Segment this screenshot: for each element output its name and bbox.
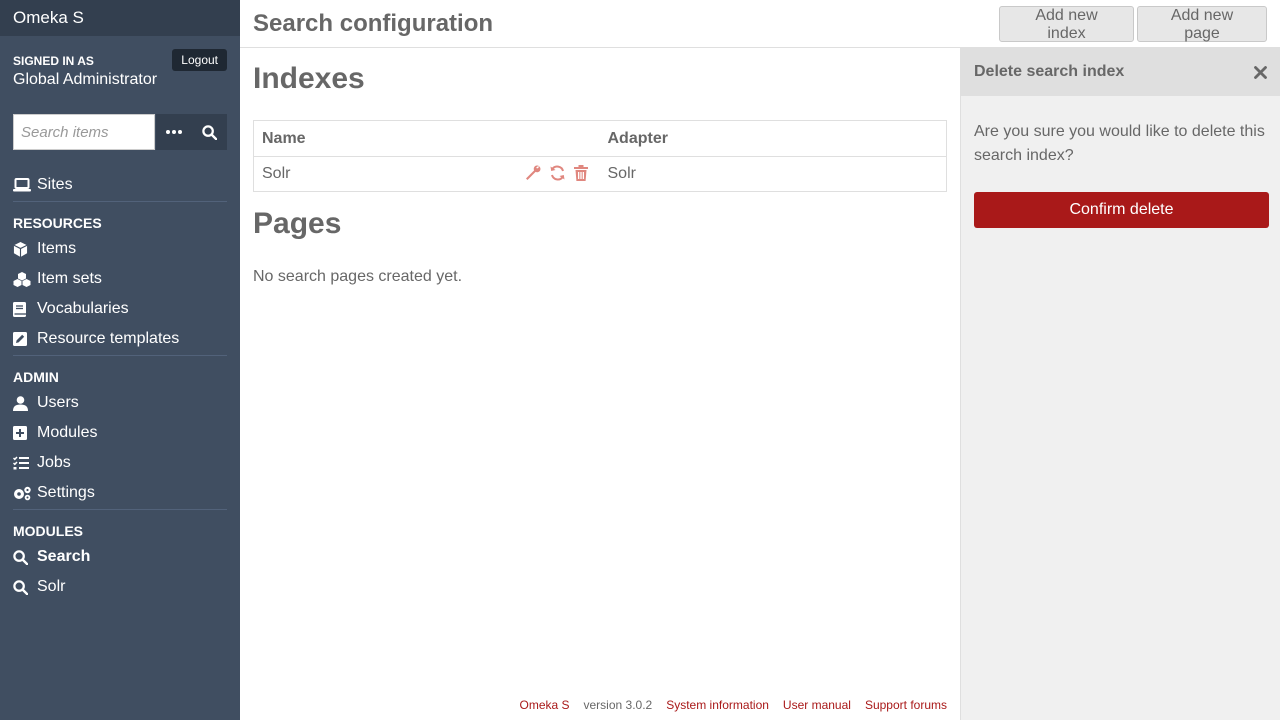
indexes-heading: Indexes	[253, 62, 365, 95]
divider	[13, 509, 227, 510]
footer-system-information-link[interactable]: System information	[666, 698, 769, 712]
table-header-row: Name Adapter	[253, 120, 947, 157]
sidebar-item-jobs[interactable]: Jobs	[13, 448, 227, 478]
index-adapter-cell: Solr	[607, 165, 636, 182]
sidebar-item-sites[interactable]: Sites	[13, 170, 227, 200]
wrench-icon	[525, 165, 540, 180]
sidebar-item-resource-templates[interactable]: Resource templates	[13, 324, 227, 354]
sidebar-item-label: Users	[37, 394, 79, 411]
book-icon	[13, 301, 37, 317]
close-icon	[1254, 65, 1267, 79]
panel-title: Delete search index	[974, 63, 1125, 80]
search-icon	[13, 579, 37, 595]
sync-icon	[550, 165, 564, 181]
logout-button[interactable]: Logout	[172, 49, 227, 71]
delete-index-button[interactable]	[573, 165, 588, 181]
edit-index-button[interactable]	[525, 165, 541, 181]
panel-header: Delete search index	[961, 48, 1280, 96]
sidebar-item-search[interactable]: Search	[13, 542, 227, 572]
sidebar-item-label: Modules	[37, 424, 98, 441]
sidebar-item-label: Search	[37, 548, 91, 565]
sidebar-item-item-sets[interactable]: Item sets	[13, 264, 227, 294]
add-new-index-button[interactable]: Add new index	[999, 6, 1134, 42]
sidebar-item-label: Vocabularies	[37, 300, 129, 317]
footer: Omeka S version 3.0.2 System information…	[240, 698, 947, 712]
sidebar-item-solr[interactable]: Solr	[13, 572, 227, 602]
footer-omeka-link[interactable]: Omeka S	[519, 698, 569, 712]
search-icon	[201, 124, 217, 140]
edit-icon	[13, 332, 37, 346]
version-text: version 3.0.2	[583, 698, 653, 712]
confirm-delete-button[interactable]: Confirm delete	[974, 192, 1269, 228]
sidebar-item-label: Sites	[37, 176, 73, 193]
sidebar-item-settings[interactable]: Settings	[13, 478, 227, 508]
rebuild-index-button[interactable]	[549, 165, 566, 181]
laptop-icon	[13, 178, 37, 192]
index-name-cell: Solr	[254, 157, 600, 192]
footer-user-manual-link[interactable]: User manual	[783, 698, 851, 712]
divider	[13, 201, 227, 202]
user-role[interactable]: Global Administrator	[13, 71, 227, 89]
section-label-resources: Resources	[13, 215, 102, 231]
search-icon	[13, 549, 37, 565]
column-header-adapter: Adapter	[599, 120, 947, 157]
no-pages-message: No search pages created yet.	[253, 268, 463, 285]
plus-square-icon	[13, 426, 37, 440]
sidebar-item-vocabularies[interactable]: Vocabularies	[13, 294, 227, 324]
row-actions	[525, 165, 588, 181]
trash-icon	[573, 165, 588, 181]
ellipsis-icon	[165, 130, 182, 134]
section-label-modules: Modules	[13, 523, 83, 539]
sidebar-item-label: Items	[37, 240, 77, 257]
brand-title[interactable]: Omeka S	[0, 0, 240, 36]
add-new-page-button[interactable]: Add new page	[1137, 6, 1267, 42]
cubes-icon	[13, 271, 37, 287]
pages-heading: Pages	[253, 207, 342, 240]
advanced-search-button[interactable]	[155, 114, 191, 150]
search-form	[13, 114, 227, 150]
footer-support-forums-link[interactable]: Support forums	[865, 698, 947, 712]
sidebar-nav: Sites Resources Items Item sets Vocabula…	[13, 170, 227, 602]
sidebar: Omeka S Signed in as Global Administrato…	[0, 0, 240, 720]
index-name: Solr	[262, 165, 291, 182]
column-header-name: Name	[253, 120, 600, 157]
sidebar-item-modules[interactable]: Modules	[13, 418, 227, 448]
sidebar-item-label: Solr	[37, 578, 66, 595]
page-title: Search configuration	[253, 10, 494, 37]
sidebar-item-label: Item sets	[37, 270, 102, 287]
sidebar-item-users[interactable]: Users	[13, 388, 227, 418]
cogs-icon	[13, 486, 37, 501]
sidebar-item-label: Jobs	[37, 454, 71, 471]
divider	[13, 355, 227, 356]
sidebar-item-label: Resource templates	[37, 330, 180, 347]
sidebar-item-items[interactable]: Items	[13, 234, 227, 264]
tasks-icon	[13, 456, 37, 470]
section-label-admin: Admin	[13, 369, 59, 385]
search-submit-button[interactable]	[191, 114, 227, 150]
close-panel-button[interactable]	[1254, 65, 1267, 79]
sidebar-item-label: Settings	[37, 484, 95, 501]
indexes-table: Name Adapter Solr Solr	[253, 120, 947, 192]
page-header: Search configuration Add new index Add n…	[240, 0, 1280, 48]
delete-sidebar-panel: Delete search index Are you sure you wou…	[960, 48, 1280, 720]
delete-confirmation-message: Are you sure you would like to delete th…	[974, 123, 1265, 164]
cube-icon	[13, 241, 37, 257]
table-row: Solr Solr	[254, 157, 947, 192]
user-icon	[13, 395, 37, 411]
search-input[interactable]	[13, 114, 155, 150]
